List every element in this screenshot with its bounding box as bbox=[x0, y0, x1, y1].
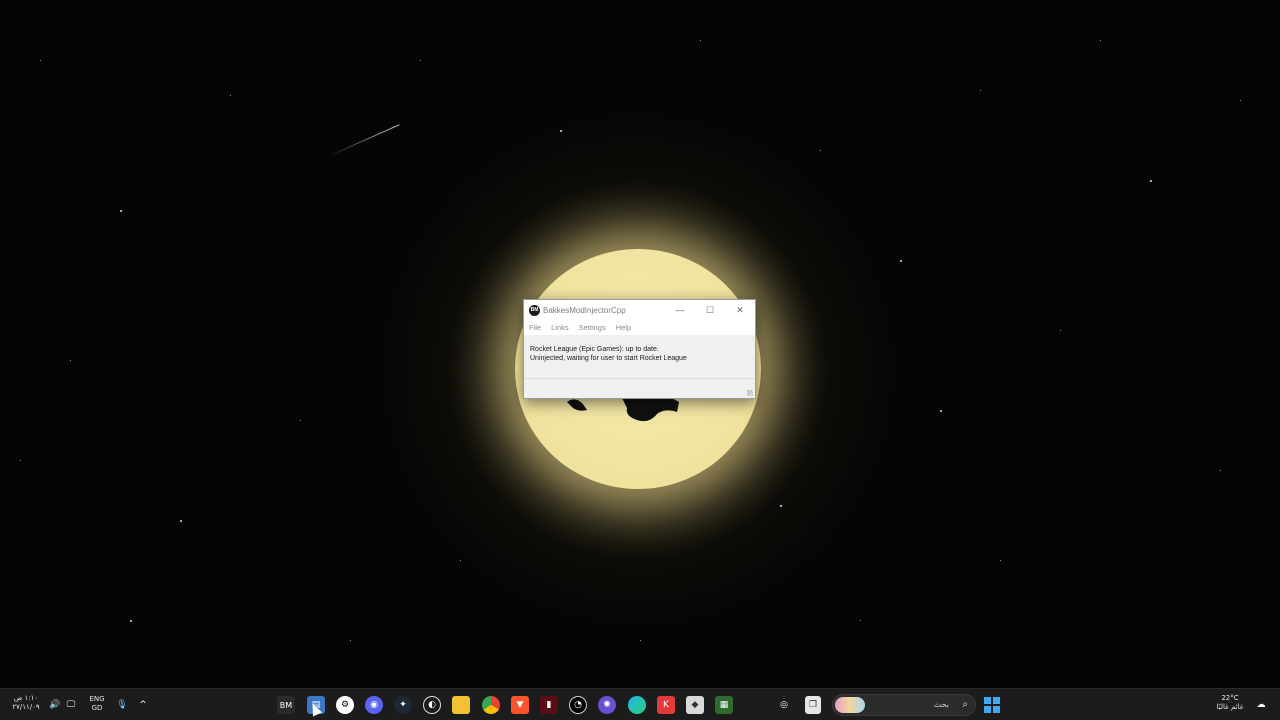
app-icon-4[interactable]: ◆ bbox=[686, 696, 704, 714]
search-highlight-image bbox=[835, 697, 865, 713]
search-placeholder: بحث bbox=[933, 700, 949, 709]
weather-widget[interactable]: 22°C غائم غالبًا bbox=[1208, 694, 1252, 712]
resize-grip-icon[interactable] bbox=[747, 390, 753, 396]
app-icon-2[interactable]: ✺ bbox=[598, 696, 616, 714]
language-top: ENG bbox=[89, 695, 105, 703]
copilot-icon[interactable]: ◎ bbox=[776, 696, 792, 714]
chevron-up-icon[interactable]: ^ bbox=[136, 696, 150, 714]
menu-file[interactable]: File bbox=[529, 323, 541, 332]
epic-icon[interactable]: ◐ bbox=[423, 696, 441, 714]
steam-icon[interactable]: ✦ bbox=[394, 696, 412, 714]
maximize-button[interactable]: ☐ bbox=[695, 300, 725, 320]
weather-temp: 22°C bbox=[1221, 694, 1239, 702]
weather-label: غائم غالبًا bbox=[1216, 703, 1244, 711]
volume-icon[interactable]: 🔊 bbox=[48, 696, 62, 714]
app-icon-5[interactable]: ▦ bbox=[715, 696, 733, 714]
shooting-star bbox=[327, 124, 400, 157]
chrome-icon[interactable] bbox=[482, 696, 500, 714]
clock-time: ١:١٠ ص bbox=[13, 694, 39, 702]
menu-help[interactable]: Help bbox=[616, 323, 631, 332]
start-button[interactable] bbox=[984, 697, 1000, 713]
injection-status: Uninjected, waiting for user to start Ro… bbox=[530, 355, 687, 362]
status-area: Rocket League (Epic Games): up to date. … bbox=[524, 335, 755, 378]
cloud-icon: ☁ bbox=[1256, 700, 1266, 710]
close-button[interactable]: ✕ bbox=[725, 300, 755, 320]
settings-icon[interactable]: ⚙ bbox=[336, 696, 354, 714]
network-icon[interactable]: 🖵 bbox=[64, 696, 78, 714]
language-indicator[interactable]: ENG GD bbox=[84, 695, 110, 713]
app-icon[interactable]: ▮ bbox=[540, 696, 558, 714]
brave-icon[interactable]: ▼ bbox=[511, 696, 529, 714]
menu-bar: File Links Settings Help bbox=[524, 320, 755, 335]
bakkesmod-injector-window: BM BakkesModInjectorCpp — ☐ ✕ File Links… bbox=[523, 299, 756, 399]
game-version-status: Rocket League (Epic Games): up to date. bbox=[530, 346, 659, 353]
task-view-icon[interactable]: ❐ bbox=[805, 696, 821, 714]
search-box[interactable]: بحث ⌕ bbox=[832, 694, 976, 716]
search-icon: ⌕ bbox=[962, 699, 968, 710]
window-statusbar bbox=[524, 378, 755, 398]
clock-date: ٢٧/١١/٠٩ bbox=[12, 703, 40, 711]
bakkesmod-app-icon: BM bbox=[529, 304, 540, 316]
clock[interactable]: ١:١٠ ص ٢٧/١١/٠٩ bbox=[8, 694, 44, 712]
app-icon-3[interactable]: K bbox=[657, 696, 675, 714]
microphone-icon[interactable]: 🎙 bbox=[115, 696, 129, 714]
language-bottom: GD bbox=[91, 704, 103, 712]
bakkesmod-icon[interactable]: BM bbox=[277, 696, 295, 714]
edge-icon[interactable] bbox=[628, 696, 646, 714]
minimize-button[interactable]: — bbox=[665, 300, 695, 320]
taskbar: ١:١٠ ص ٢٧/١١/٠٩ 🔊 🖵 ENG GD 🎙 ^ BM ▤ ⚙ ◉ … bbox=[0, 688, 1280, 720]
obs-icon[interactable]: ◔ bbox=[569, 696, 587, 714]
menu-links[interactable]: Links bbox=[551, 323, 569, 332]
discord-icon[interactable]: ◉ bbox=[365, 696, 383, 714]
window-title: BakkesModInjectorCpp bbox=[543, 305, 626, 315]
file-explorer-icon[interactable] bbox=[452, 696, 470, 714]
menu-settings[interactable]: Settings bbox=[579, 323, 606, 332]
window-titlebar[interactable]: BM BakkesModInjectorCpp — ☐ ✕ bbox=[524, 300, 755, 320]
